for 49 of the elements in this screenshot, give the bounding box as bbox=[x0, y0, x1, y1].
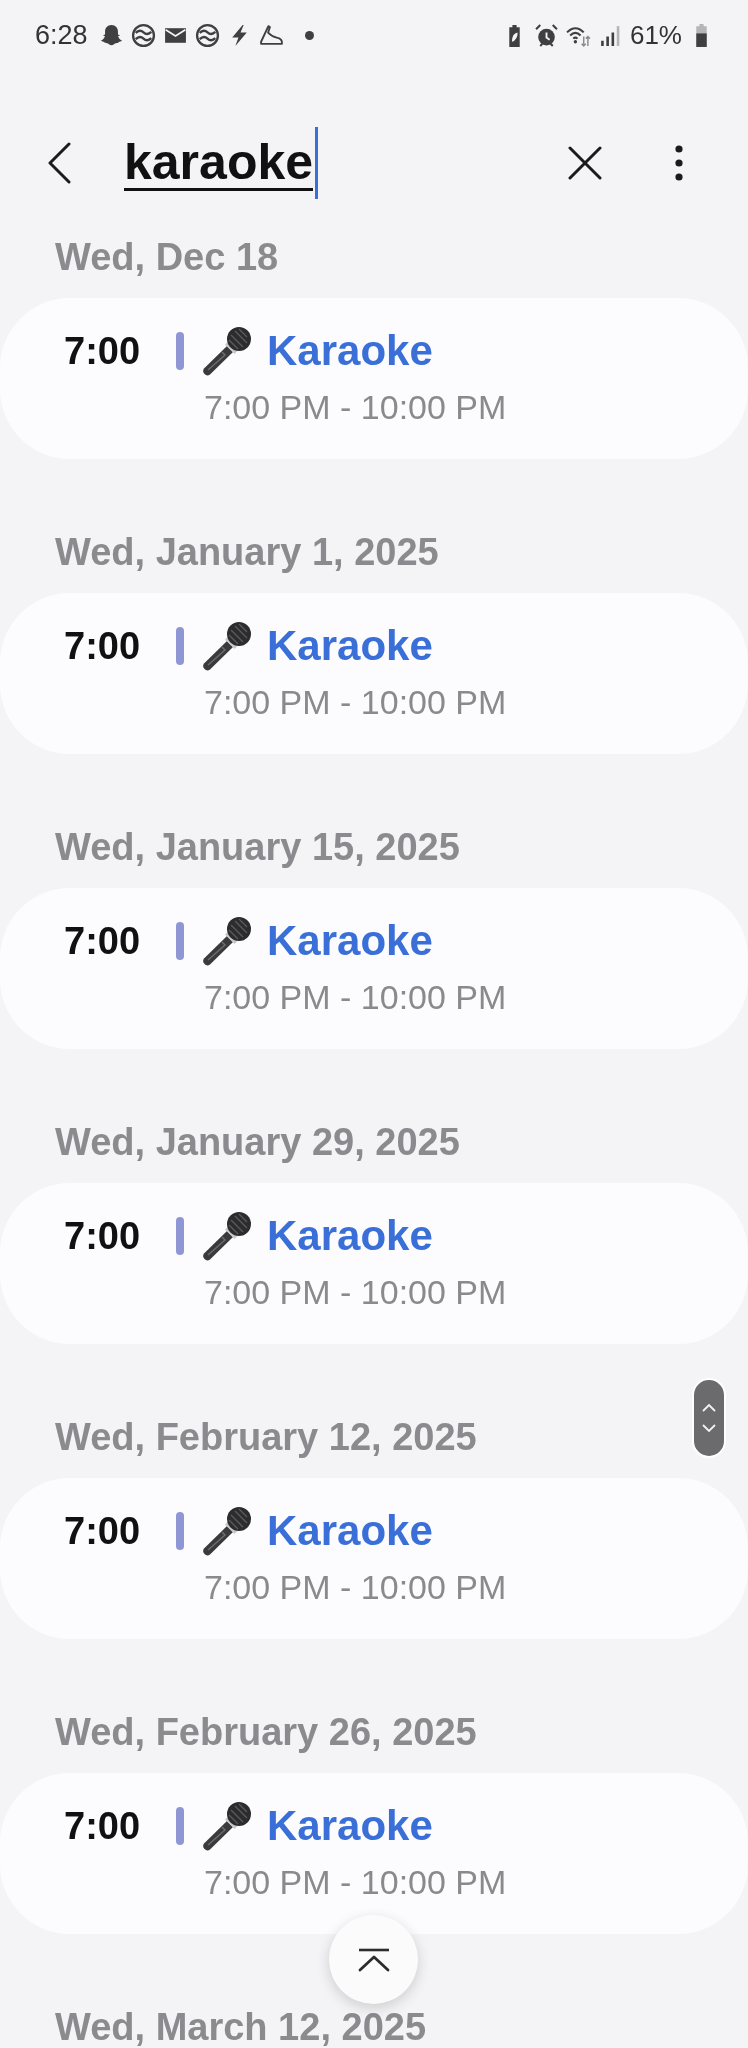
alarm-icon bbox=[533, 22, 559, 48]
striped-circle-icon bbox=[130, 22, 156, 48]
battery-percentage: 61% bbox=[629, 19, 682, 51]
microphone-icon bbox=[202, 1801, 252, 1851]
event-time-range: 7:00 PM - 10:00 PM bbox=[204, 682, 507, 722]
event-time-range: 7:00 PM - 10:00 PM bbox=[204, 977, 507, 1017]
event-card[interactable]: 7:00 Karaoke 7:00 PM - 10:00 PM bbox=[0, 1478, 748, 1639]
event-title: Karaoke bbox=[267, 1801, 433, 1851]
event-title: Karaoke bbox=[267, 916, 433, 966]
event-start-time: 7:00 bbox=[64, 624, 141, 668]
event-start-time: 7:00 bbox=[64, 919, 141, 963]
dot-icon bbox=[304, 30, 314, 40]
chevron-to-top-icon bbox=[356, 1947, 391, 1972]
microphone-icon bbox=[202, 916, 252, 966]
date-heading: Wed, Dec 18 bbox=[55, 239, 279, 275]
scroll-to-top-button[interactable] bbox=[329, 1915, 418, 2004]
microphone-icon bbox=[202, 326, 252, 376]
close-icon bbox=[568, 146, 602, 180]
event-time-range: 7:00 PM - 10:00 PM bbox=[204, 1272, 507, 1312]
microphone-icon bbox=[202, 1506, 252, 1556]
date-heading: Wed, March 12, 2025 bbox=[55, 2009, 427, 2045]
event-card[interactable]: 7:00 Karaoke 7:00 PM - 10:00 PM bbox=[0, 298, 748, 459]
back-icon bbox=[47, 142, 73, 184]
microphone-icon bbox=[202, 621, 252, 671]
chevron-down-icon bbox=[702, 1424, 716, 1433]
fast-scroll-handle[interactable] bbox=[692, 1378, 726, 1458]
chevron-up-icon bbox=[702, 1403, 716, 1412]
event-title: Karaoke bbox=[267, 326, 433, 376]
sneaker-icon bbox=[258, 22, 284, 48]
event-title: Karaoke bbox=[267, 1211, 433, 1261]
event-time-range: 7:00 PM - 10:00 PM bbox=[204, 387, 507, 427]
event-title: Karaoke bbox=[267, 1506, 433, 1556]
event-time-range: 7:00 PM - 10:00 PM bbox=[204, 1567, 507, 1607]
clock-time: 6:28 bbox=[35, 19, 88, 51]
event-card[interactable]: 7:00 Karaoke 7:00 PM - 10:00 PM bbox=[0, 1773, 748, 1934]
kebab-menu-icon bbox=[675, 145, 683, 181]
microphone-icon bbox=[202, 1211, 252, 1261]
event-start-time: 7:00 bbox=[64, 329, 141, 373]
ghost-icon bbox=[98, 22, 124, 48]
event-start-time: 7:00 bbox=[64, 1509, 141, 1553]
event-start-time: 7:00 bbox=[64, 1804, 141, 1848]
event-title: Karaoke bbox=[267, 621, 433, 671]
event-card[interactable]: 7:00 Karaoke 7:00 PM - 10:00 PM bbox=[0, 1183, 748, 1344]
event-start-time: 7:00 bbox=[64, 1214, 141, 1258]
striped-circle-icon bbox=[194, 22, 220, 48]
event-time-range: 7:00 PM - 10:00 PM bbox=[204, 1862, 507, 1902]
event-card[interactable]: 7:00 Karaoke 7:00 PM - 10:00 PM bbox=[0, 593, 748, 754]
search-field[interactable]: karaoke bbox=[124, 123, 557, 203]
event-card[interactable]: 7:00 Karaoke 7:00 PM - 10:00 PM bbox=[0, 888, 748, 1049]
